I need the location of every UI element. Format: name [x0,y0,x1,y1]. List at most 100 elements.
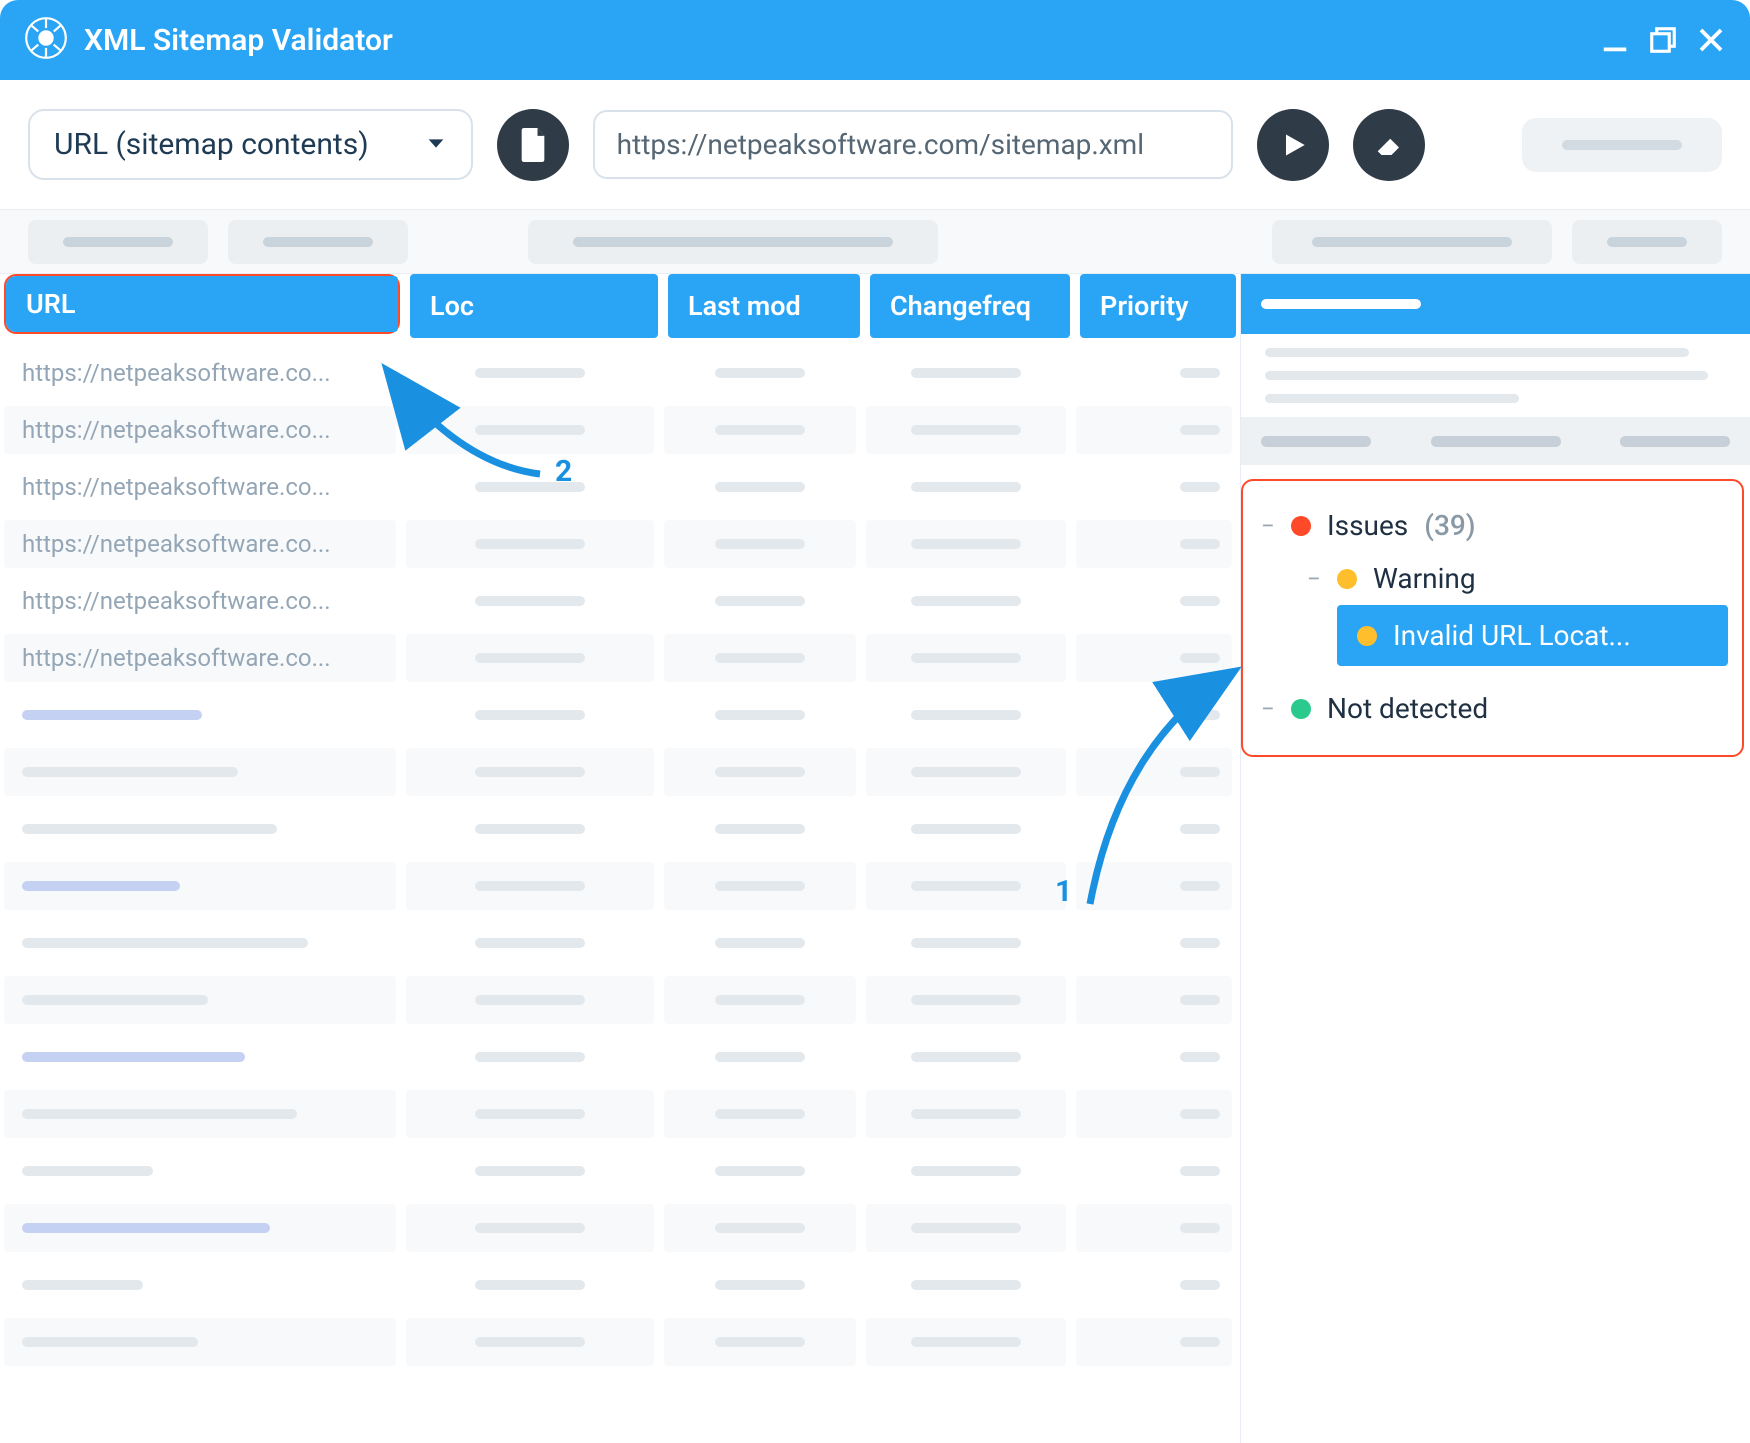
table-row[interactable] [0,857,1240,914]
erase-button[interactable] [1353,109,1425,181]
table-row[interactable] [0,971,1240,1028]
cell-lastmod [664,577,856,625]
cell-priority [1076,349,1232,397]
sidebar-summary [1241,334,1750,417]
cell-priority [1076,919,1232,967]
table-row[interactable] [0,1256,1240,1313]
cell-priority [1076,1147,1232,1195]
cell-priority [1076,1318,1232,1366]
table-row[interactable] [0,800,1240,857]
table-row[interactable] [0,1313,1240,1370]
cell-change [866,406,1066,454]
minimize-button[interactable] [1600,25,1630,55]
col-header-loc[interactable]: Loc [410,274,658,338]
not-detected-node[interactable]: − Not detected [1257,682,1728,735]
close-button[interactable] [1696,25,1726,55]
cell-url [4,1204,396,1252]
table-row[interactable]: https://netpeaksoftware.co... [0,401,1240,458]
cell-url [4,862,396,910]
cell-priority [1076,748,1232,796]
results-table: URL Loc Last mod Changefreq Priority htt… [0,274,1240,1443]
collapse-icon[interactable]: − [1307,565,1321,593]
filter-chip[interactable] [28,220,208,264]
invalid-url-location-item[interactable]: Invalid URL Locat... [1337,605,1728,666]
filter-chip[interactable] [1572,220,1722,264]
cell-change [866,862,1066,910]
play-button[interactable] [1257,109,1329,181]
table-row[interactable] [0,914,1240,971]
table-row[interactable]: https://netpeaksoftware.co... [0,344,1240,401]
file-button[interactable] [497,109,569,181]
cell-url [4,1147,396,1195]
cell-lastmod [664,1090,856,1138]
table-row[interactable] [0,1199,1240,1256]
collapse-icon[interactable]: − [1261,512,1275,540]
cell-priority [1076,976,1232,1024]
cell-change [866,1261,1066,1309]
table-row[interactable]: https://netpeaksoftware.co... [0,458,1240,515]
col-header-priority[interactable]: Priority [1080,274,1236,338]
error-dot-icon [1291,516,1311,536]
sitemap-url-input[interactable] [593,110,1233,179]
cell-change [866,1147,1066,1195]
cell-change [866,691,1066,739]
cell-loc [406,1033,654,1081]
cell-url: https://netpeaksoftware.co... [4,463,396,511]
col-header-changefreq[interactable]: Changefreq [870,274,1070,338]
issues-root[interactable]: − Issues (39) [1257,499,1728,552]
cell-change [866,463,1066,511]
cell-lastmod [664,1147,856,1195]
cell-change [866,634,1066,682]
cell-lastmod [664,976,856,1024]
table-row[interactable] [0,686,1240,743]
filter-chip[interactable] [228,220,408,264]
cell-loc [406,919,654,967]
issues-label: Issues [1327,509,1408,542]
url-column-highlight: URL [4,274,400,334]
table-row[interactable] [0,743,1240,800]
cell-priority [1076,862,1232,910]
cell-loc [406,1261,654,1309]
cell-url [4,805,396,853]
table-row[interactable] [0,1085,1240,1142]
cell-lastmod [664,406,856,454]
toolbar-extra-button[interactable] [1522,118,1722,172]
cell-loc [406,634,654,682]
cell-change [866,1033,1066,1081]
cell-change [866,805,1066,853]
table-row[interactable] [0,1028,1240,1085]
invalid-url-label: Invalid URL Locat... [1393,619,1631,652]
table-row[interactable]: https://netpeaksoftware.co... [0,572,1240,629]
app-logo-icon [24,16,68,64]
cell-url: https://netpeaksoftware.co... [4,634,396,682]
filter-chip[interactable] [1272,220,1552,264]
table-header-row: URL Loc Last mod Changefreq Priority [0,274,1240,338]
cell-change [866,748,1066,796]
filter-chip[interactable] [528,220,938,264]
cell-change [866,1204,1066,1252]
cell-priority [1076,1090,1232,1138]
cell-priority [1076,1204,1232,1252]
cell-priority [1076,634,1232,682]
cell-change [866,976,1066,1024]
cell-lastmod [664,520,856,568]
cell-loc [406,1147,654,1195]
cell-lastmod [664,463,856,511]
cell-url: https://netpeaksoftware.co... [4,349,396,397]
cell-loc [406,463,654,511]
table-row[interactable]: https://netpeaksoftware.co... [0,629,1240,686]
cell-lastmod [664,805,856,853]
maximize-button[interactable] [1648,25,1678,55]
warning-dot-icon [1337,569,1357,589]
cell-lastmod [664,691,856,739]
issues-count: (39) [1424,509,1475,542]
mode-select[interactable]: URL (sitemap contents) [28,109,473,180]
col-header-url[interactable]: URL [6,276,398,332]
cell-lastmod [664,1033,856,1081]
cell-url [4,1090,396,1138]
table-row[interactable] [0,1142,1240,1199]
collapse-icon[interactable]: − [1261,695,1275,723]
table-row[interactable]: https://netpeaksoftware.co... [0,515,1240,572]
col-header-lastmod[interactable]: Last mod [668,274,860,338]
warning-node[interactable]: − Warning [1257,552,1728,605]
